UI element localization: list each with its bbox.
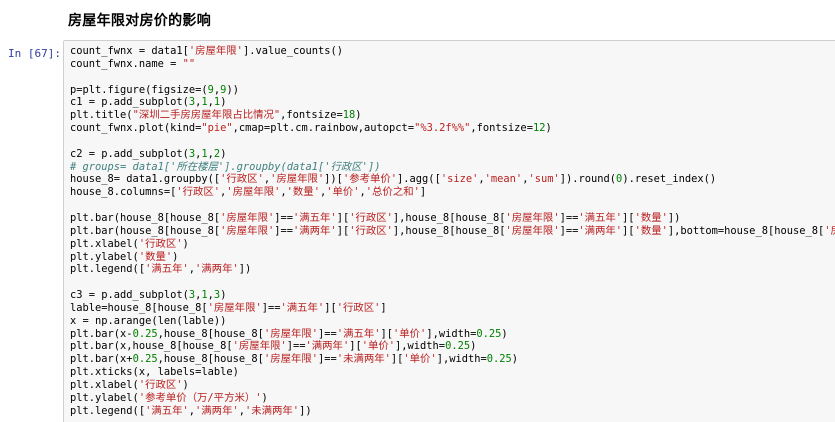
- code-line: plt.legend(['满五年','满两年']): [70, 263, 252, 276]
- code-line: plt.ylabel('参考单价（万/平方米）'): [70, 391, 268, 404]
- code-editor[interactable]: count_fwnx = data1['房屋年限'].value_counts(…: [70, 45, 835, 417]
- code-line: plt.xlabel('行政区'): [70, 237, 189, 250]
- code-line: ​: [70, 199, 835, 212]
- code-line: c3 = p.add_subplot(3,1,3): [70, 289, 227, 302]
- code-line: plt.bar(x-0.25,house_8[house_8['房屋年限']==…: [70, 327, 508, 340]
- code-line: x = np.arange(len(lable)): [70, 314, 227, 327]
- code-line: plt.ylabel('数量'): [70, 250, 179, 263]
- code-line: plt.bar(house_8[house_8['房屋年限']=='满两年'][…: [70, 224, 835, 237]
- code-line: plt.xticks(x, labels=lable): [70, 366, 239, 379]
- code-line: plt.xlabel('行政区'): [70, 378, 189, 391]
- code-line: plt.legend(['满五年','满两年','未满两年']): [70, 404, 312, 417]
- code-line: c2 = p.add_subplot(3,1,2): [70, 147, 227, 160]
- code-line: ​: [70, 71, 835, 84]
- code-line: plt.title("深圳二手房房屋年限占比情况",fontsize=18): [70, 109, 362, 122]
- code-line: lable=house_8[house_8['房屋年限']=='满五年']['行…: [70, 301, 387, 314]
- code-line: plt.bar(house_8[house_8['房屋年限']=='满五年'][…: [70, 211, 681, 224]
- code-line: count_fwnx.name = "": [70, 57, 196, 70]
- code-line: p=plt.figure(figsize=(9,9)): [70, 83, 239, 96]
- code-line: # groups= data1['所在楼层'].groupby(data1['行…: [70, 160, 381, 173]
- code-line: ​: [70, 135, 835, 148]
- code-line: c1 = p.add_subplot(3,1,1): [70, 96, 227, 109]
- code-line: ​: [70, 276, 835, 289]
- code-line: plt.bar(x,house_8[house_8['房屋年限']=='满两年'…: [70, 340, 477, 353]
- code-cell[interactable]: count_fwnx = data1['房屋年限'].value_counts(…: [63, 40, 835, 422]
- code-line: count_fwnx.plot(kind="pie",cmap=plt.cm.r…: [70, 122, 552, 135]
- code-line: plt.bar(x+0.25,house_8[house_8['房屋年限']==…: [70, 353, 519, 366]
- code-line: house_8.columns=['行政区','房屋年限','数量','单价',…: [70, 186, 427, 199]
- code-line: house_8= data1.groupby(['行政区','房屋年限'])['…: [70, 173, 717, 186]
- section-heading: 房屋年限对房价的影响: [68, 13, 211, 29]
- cell-prompt: In [67]:: [8, 47, 61, 60]
- code-line: count_fwnx = data1['房屋年限'].value_counts(…: [70, 45, 344, 57]
